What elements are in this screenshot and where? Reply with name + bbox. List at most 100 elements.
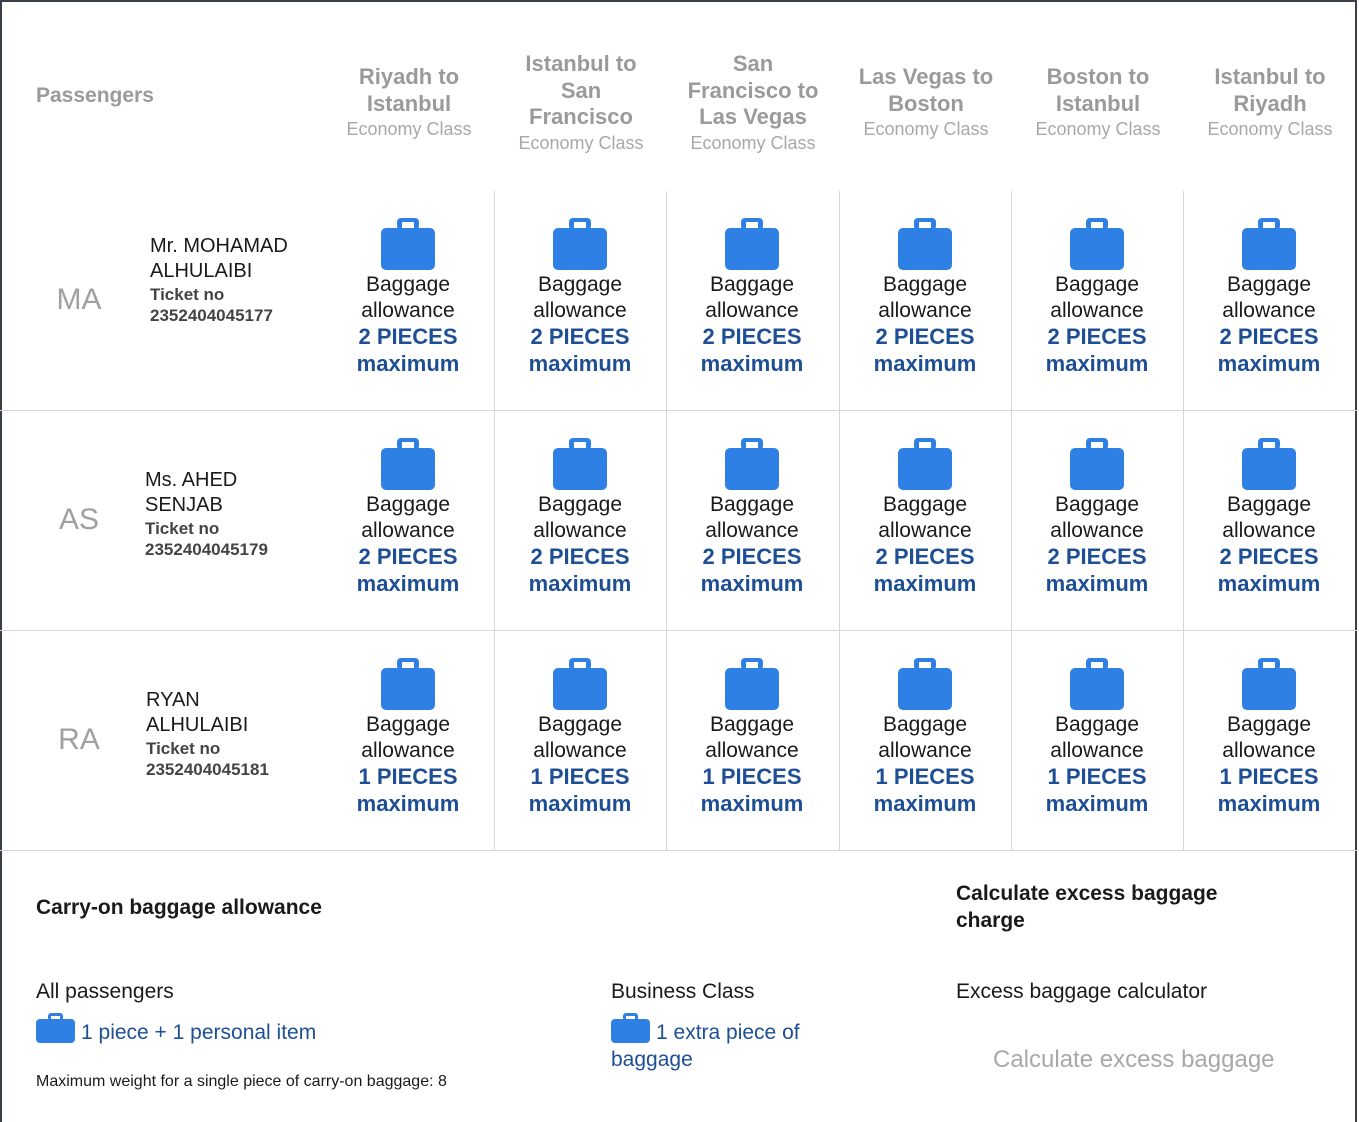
baggage-allowance-cell: Baggage allowance 1 PIECES maximum	[322, 658, 494, 817]
baggage-allowance-label: Baggage allowance	[1222, 713, 1316, 762]
baggage-allowance-value: 2 PIECES maximum	[1045, 324, 1149, 376]
baggage-allowance-value: 1 PIECES maximum	[1217, 764, 1321, 816]
passengers-header: Passengers	[36, 84, 154, 107]
baggage-allowance-label: Baggage allowance	[361, 713, 455, 762]
all-passengers-allowance[interactable]: 1 piece + 1 personal item	[36, 1013, 316, 1046]
baggage-allowance-cell: Baggage allowance 2 PIECES maximum	[1011, 218, 1183, 377]
baggage-allowance-cell: Baggage allowance 1 PIECES maximum	[494, 658, 666, 817]
baggage-allowance-label: Baggage allowance	[1222, 493, 1316, 542]
carry-on-title: Carry-on baggage allowance	[36, 896, 322, 919]
baggage-allowance-cell: Baggage allowance 2 PIECES maximum	[322, 218, 494, 377]
baggage-allowance-cell: Baggage allowance 2 PIECES maximum	[839, 438, 1011, 597]
baggage-allowance-label: Baggage allowance	[705, 713, 799, 762]
segment-class: Economy Class	[1207, 119, 1333, 140]
passenger-info: Ms. AHED SENJAB Ticket no 2352404045179	[145, 468, 295, 560]
suitcase-icon	[611, 1013, 650, 1043]
baggage-allowance-label: Baggage allowance	[878, 713, 972, 762]
ticket-label: Ticket no	[150, 285, 225, 304]
baggage-allowance-cell: Baggage allowance 2 PIECES maximum	[1183, 218, 1355, 377]
suitcase-icon	[381, 658, 435, 710]
suitcase-icon	[1242, 218, 1296, 270]
suitcase-icon	[1070, 658, 1124, 710]
suitcase-icon	[1070, 218, 1124, 270]
baggage-allowance-cell: Baggage allowance 2 PIECES maximum	[1011, 438, 1183, 597]
calculate-excess-baggage-button[interactable]: Calculate excess baggage	[993, 1046, 1275, 1074]
baggage-allowance-value: 1 PIECES maximum	[528, 764, 632, 816]
suitcase-icon	[381, 218, 435, 270]
baggage-allowance-label: Baggage allowance	[533, 273, 627, 322]
passenger-avatar-initials: MA	[56, 283, 102, 316]
segment-class: Economy Class	[1035, 119, 1161, 140]
baggage-allowance-value: 1 PIECES maximum	[700, 764, 804, 816]
baggage-allowance-cell: Baggage allowance 2 PIECES maximum	[839, 218, 1011, 377]
baggage-allowance-value: 2 PIECES maximum	[873, 544, 977, 596]
segment-header: Istanbul to San Francisco Economy Class	[506, 18, 656, 188]
suitcase-icon	[725, 438, 779, 490]
baggage-allowance-cell: Baggage allowance 1 PIECES maximum	[839, 658, 1011, 817]
baggage-allowance-label: Baggage allowance	[878, 493, 972, 542]
baggage-allowance-cell: Baggage allowance 1 PIECES maximum	[1183, 658, 1355, 817]
suitcase-icon	[1070, 438, 1124, 490]
baggage-allowance-value: 2 PIECES maximum	[1217, 544, 1321, 596]
baggage-allowance-cell: Baggage allowance 1 PIECES maximum	[1011, 658, 1183, 817]
baggage-allowance-value: 2 PIECES maximum	[1217, 324, 1321, 376]
baggage-allowance-label: Baggage allowance	[705, 273, 799, 322]
baggage-allowance-value: 1 PIECES maximum	[1045, 764, 1149, 816]
baggage-allowance-label: Baggage allowance	[533, 493, 627, 542]
passenger-name: Mr. MOHAMAD ALHULAIBI	[150, 235, 288, 282]
suitcase-icon	[898, 438, 952, 490]
baggage-allowance-value: 2 PIECES maximum	[528, 324, 632, 376]
baggage-allowance-value: 1 PIECES maximum	[873, 764, 977, 816]
segment-route: Boston to Istanbul	[1046, 64, 1150, 116]
segment-route: Istanbul to San Francisco	[525, 51, 637, 129]
segment-class: Economy Class	[518, 132, 644, 153]
segment-class: Economy Class	[346, 119, 472, 140]
excess-baggage-title: Calculate excess baggage charge	[956, 882, 1218, 932]
baggage-allowance-value: 2 PIECES maximum	[528, 544, 632, 596]
passenger-name: RYAN ALHULAIBI	[146, 689, 249, 736]
baggage-allowance-value: 2 PIECES maximum	[356, 544, 460, 596]
grid-divider	[0, 850, 1357, 851]
business-class-label: Business Class	[611, 980, 755, 1003]
ticket-label: Ticket no	[146, 739, 221, 758]
segment-header: Istanbul to Riyadh Economy Class	[1195, 18, 1345, 188]
suitcase-icon	[1242, 438, 1296, 490]
baggage-allowance-label: Baggage allowance	[361, 273, 455, 322]
baggage-allowance-value: 2 PIECES maximum	[700, 324, 804, 376]
baggage-allowance-label: Baggage allowance	[1050, 493, 1144, 542]
baggage-allowance-value: 2 PIECES maximum	[356, 324, 460, 376]
segment-route: Istanbul to Riyadh	[1214, 64, 1326, 116]
baggage-allowance-cell: Baggage allowance 1 PIECES maximum	[666, 658, 838, 817]
suitcase-icon	[36, 1013, 75, 1043]
baggage-allowance-value: 2 PIECES maximum	[1045, 544, 1149, 596]
passenger-avatar-initials: AS	[58, 503, 100, 536]
max-weight-note: Maximum weight for a single piece of car…	[36, 1073, 447, 1090]
segment-header: Riyadh to Istanbul Economy Class	[334, 18, 484, 188]
ticket-number: 2352404045181	[146, 760, 269, 779]
segment-header: Boston to Istanbul Economy Class	[1023, 18, 1173, 188]
baggage-allowance-label: Baggage allowance	[878, 273, 972, 322]
passenger-avatar-initials: RA	[58, 723, 100, 756]
segment-class: Economy Class	[863, 119, 989, 140]
suitcase-icon	[725, 218, 779, 270]
ticket-label: Ticket no	[145, 519, 220, 538]
business-class-allowance[interactable]: 1 extra piece of baggage	[611, 1013, 871, 1073]
segment-route: San Francisco to Las Vegas	[687, 51, 819, 129]
suitcase-icon	[898, 218, 952, 270]
baggage-allowance-cell: Baggage allowance 2 PIECES maximum	[322, 438, 494, 597]
segment-route: Las Vegas to Boston	[858, 64, 994, 116]
suitcase-icon	[1242, 658, 1296, 710]
passenger-info: Mr. MOHAMAD ALHULAIBI Ticket no 23524040…	[150, 234, 320, 326]
suitcase-icon	[553, 218, 607, 270]
baggage-allowance-cell: Baggage allowance 2 PIECES maximum	[666, 218, 838, 377]
suitcase-icon	[725, 658, 779, 710]
passenger-name: Ms. AHED SENJAB	[145, 469, 238, 516]
baggage-allowance-label: Baggage allowance	[533, 713, 627, 762]
ticket-number: 2352404045177	[150, 306, 273, 325]
baggage-allowance-label: Baggage allowance	[1222, 273, 1316, 322]
baggage-allowance-cell: Baggage allowance 2 PIECES maximum	[494, 218, 666, 377]
baggage-allowance-label: Baggage allowance	[1050, 273, 1144, 322]
all-passengers-allowance-value: 1 piece + 1 personal item	[81, 1021, 317, 1044]
baggage-allowance-cell: Baggage allowance 2 PIECES maximum	[494, 438, 666, 597]
suitcase-icon	[898, 658, 952, 710]
